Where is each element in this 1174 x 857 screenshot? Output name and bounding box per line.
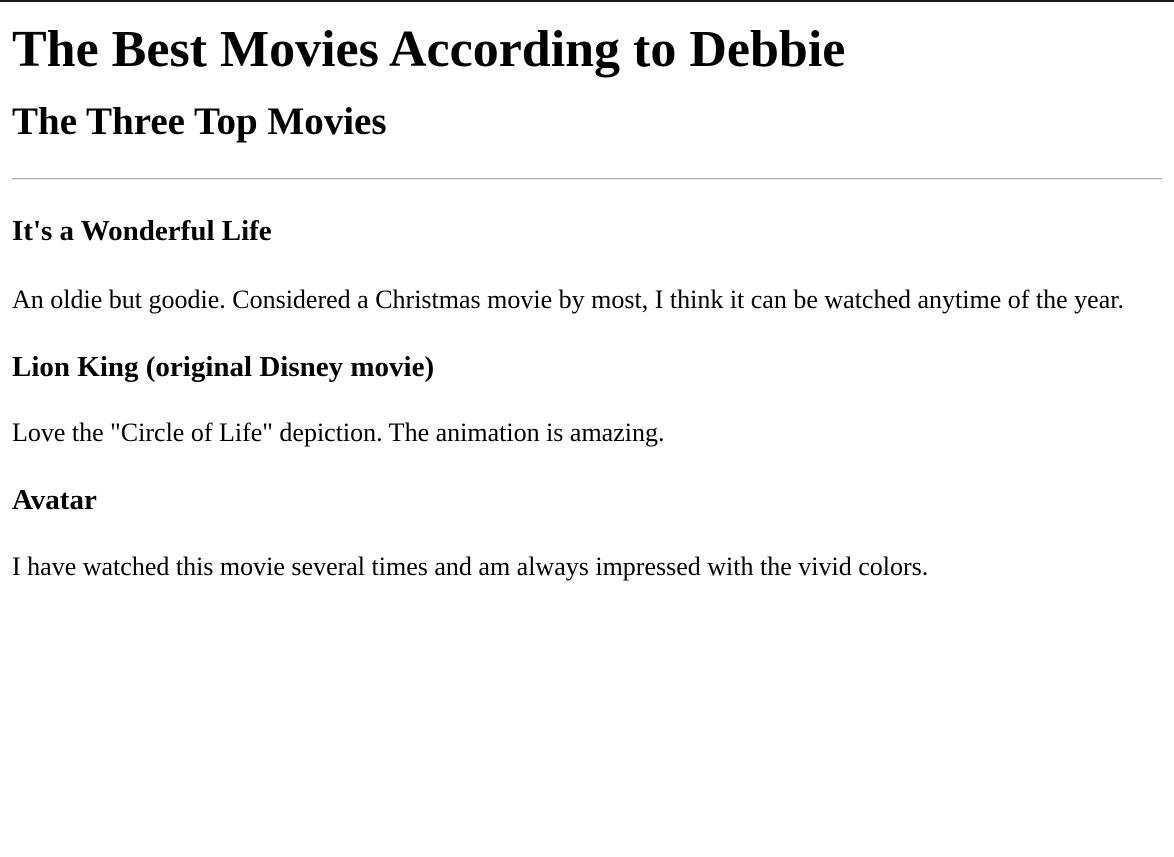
page-subtitle: The Three Top Movies — [12, 100, 387, 143]
movie-title: Avatar — [12, 484, 97, 516]
movie-entry: It's a Wonderful Life An oldie but goodi… — [12, 180, 1162, 316]
page-content: The Best Movies According to Debbie The … — [0, 2, 1174, 583]
movie-description: Love the "Circle of Life" depiction. The… — [12, 418, 665, 447]
movie-title: Lion King (original Disney movie) — [12, 351, 435, 383]
movie-entry: Avatar I have watched this movie several… — [12, 449, 1162, 583]
page-title: The Best Movies According to Debbie — [12, 21, 846, 78]
movie-entry: Lion King (original Disney movie) Love t… — [12, 316, 1162, 449]
movie-title: It's a Wonderful Life — [12, 215, 272, 247]
movie-description: An oldie but goodie. Considered a Christ… — [12, 285, 1124, 314]
movie-description: I have watched this movie several times … — [12, 552, 929, 581]
